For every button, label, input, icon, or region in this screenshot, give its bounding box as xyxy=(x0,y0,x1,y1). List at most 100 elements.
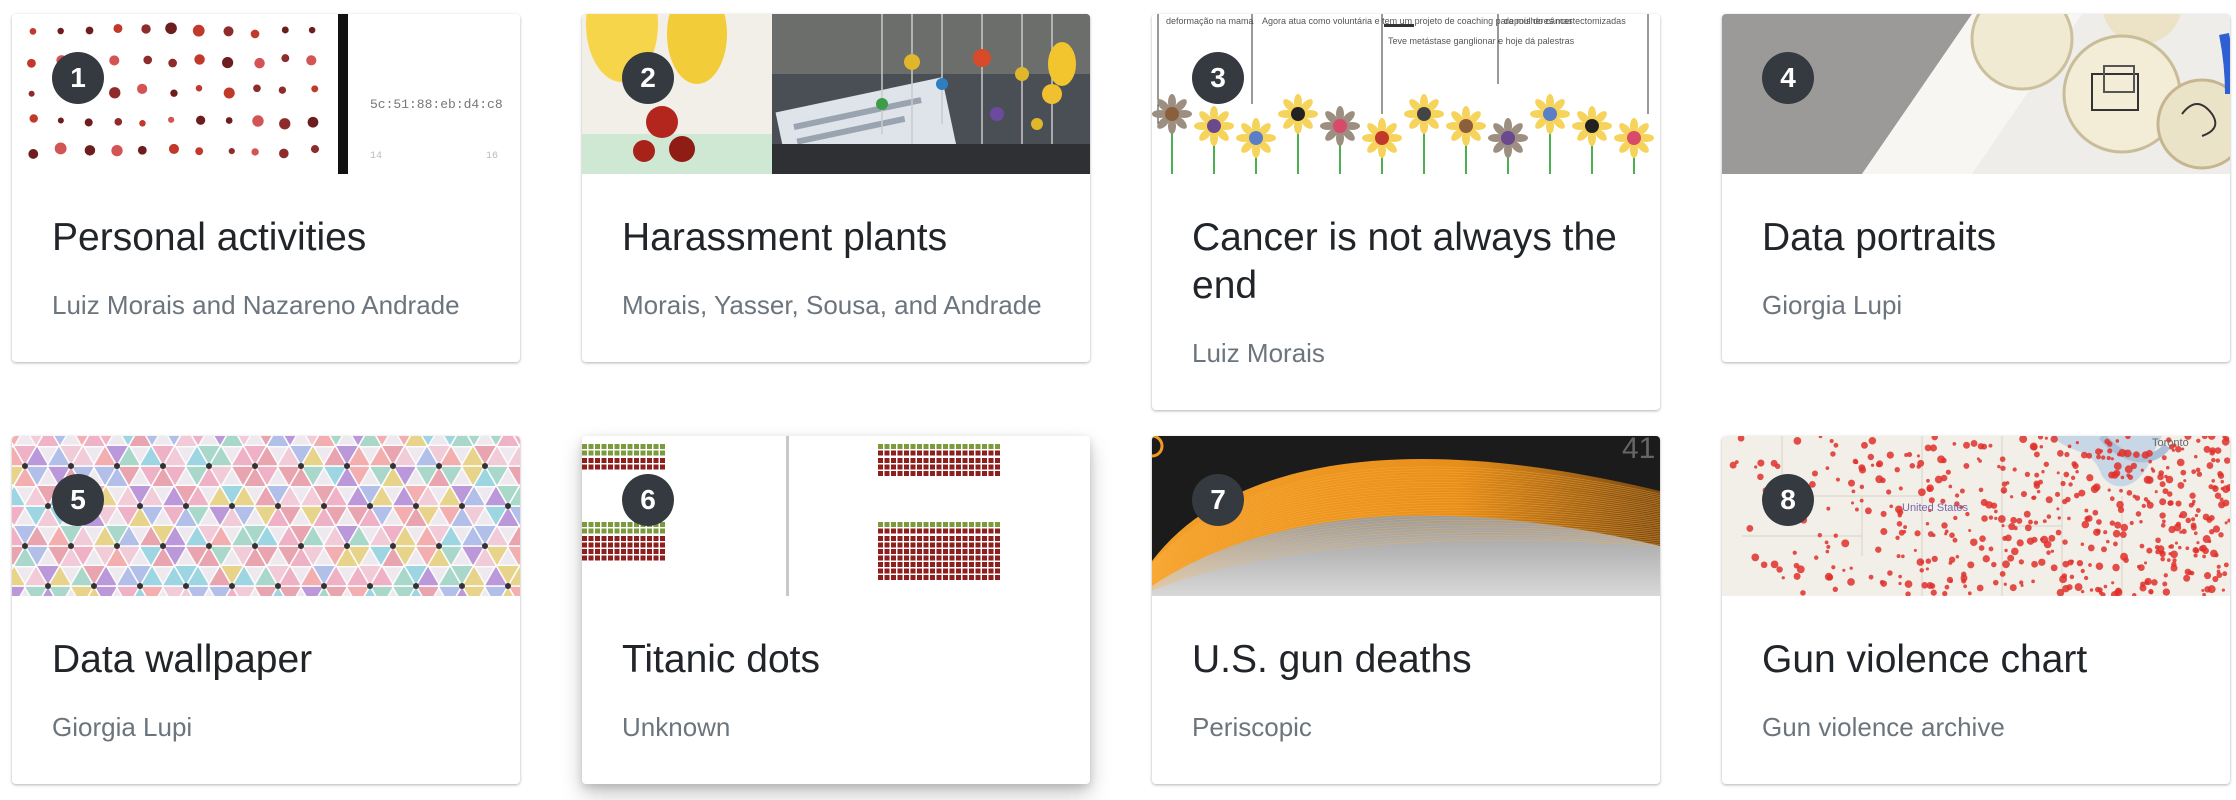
thumb-mark xyxy=(1861,441,1868,449)
thumb-mark xyxy=(943,522,948,527)
thumb-mark xyxy=(582,458,587,463)
thumb-mark xyxy=(2146,501,2154,509)
thumb-mark xyxy=(988,555,994,561)
thumb-mark xyxy=(936,450,942,456)
thumb-mark xyxy=(988,542,994,548)
card-title[interactable]: Personal activities xyxy=(52,214,480,262)
card-title[interactable]: Data wallpaper xyxy=(52,636,480,684)
thumb-mark xyxy=(897,536,903,541)
thumb-mark xyxy=(1886,451,1894,459)
card-title[interactable]: Data portraits xyxy=(1762,214,2190,262)
thumb-mark xyxy=(982,444,987,449)
thumb-mark xyxy=(2114,521,2122,529)
card-title[interactable]: Gun violence chart xyxy=(1762,636,2190,684)
thumb-mark xyxy=(1849,566,1853,570)
gallery-card-4[interactable]: 4 Data portraits Giorgia Lupi xyxy=(1722,14,2230,362)
thumb-mark xyxy=(1729,461,1737,469)
gallery-card-2[interactable]: 2 Harassment plants Morais, Yasser, Sous… xyxy=(582,14,1090,362)
thumb-mark xyxy=(923,528,929,534)
thumb-mark xyxy=(2066,584,2073,591)
card-title[interactable]: Cancer is not always the end xyxy=(1192,214,1620,310)
thumb-mark xyxy=(962,464,968,470)
thumb-mark xyxy=(917,444,922,449)
thumb-mark xyxy=(634,444,639,449)
thumb-mark xyxy=(1811,470,1818,477)
thumb-mark xyxy=(1963,462,1970,469)
thumb-mark xyxy=(459,583,465,589)
thumb-mark xyxy=(936,575,942,580)
card-title[interactable]: Harassment plants xyxy=(622,214,1050,262)
thumb-mark xyxy=(2168,552,2172,556)
thumb-mark xyxy=(183,503,189,509)
thumb-mark xyxy=(582,444,587,449)
thumb-mark xyxy=(57,27,64,35)
thumb-mark xyxy=(1859,498,1864,503)
thumb-mark xyxy=(228,147,235,155)
thumb-mark xyxy=(165,22,177,35)
thumb-mark xyxy=(1896,554,1901,559)
thumb-mark xyxy=(22,543,28,549)
thumb-mark xyxy=(1944,529,1949,534)
thumb-mark xyxy=(139,120,146,127)
gallery-card-8[interactable]: Toronto United States 8 Gun violence cha… xyxy=(1722,436,2230,784)
thumb-mark xyxy=(206,463,212,469)
thumb-mark xyxy=(2000,465,2006,471)
thumb-mark xyxy=(2009,495,2014,499)
thumb-mark xyxy=(2050,564,2058,572)
thumb-mark xyxy=(962,549,968,554)
thumb-mark xyxy=(982,575,987,580)
card-title[interactable]: U.S. gun deaths xyxy=(1192,636,1620,684)
thumb-mark xyxy=(1913,548,1917,552)
card-title[interactable]: Titanic dots xyxy=(622,636,1050,684)
thumb-mark xyxy=(982,562,987,567)
thumb-mark xyxy=(634,549,639,554)
thumb-mark xyxy=(2181,528,2187,535)
thumb-mark xyxy=(2216,564,2221,569)
thumb-mark xyxy=(2190,522,2197,529)
thumb-mark xyxy=(988,464,994,470)
thumb-mark xyxy=(949,549,955,554)
thumb-mark xyxy=(2198,545,2205,552)
thumb-mark xyxy=(2218,532,2224,538)
thumb-mark xyxy=(2193,454,2198,459)
thumb-mark xyxy=(588,464,594,470)
thumb-mark xyxy=(897,464,903,470)
thumb-mark xyxy=(891,568,896,574)
gallery-card-3[interactable]: deformação na mama Agora atua como volun… xyxy=(1152,14,1660,410)
card-number-badge: 7 xyxy=(1192,474,1244,526)
thumb-mark xyxy=(2129,520,2134,526)
thumb-mark xyxy=(1940,474,1948,482)
gallery-card-6[interactable]: 6 Titanic dots Unknown xyxy=(582,436,1090,784)
thumb-mark xyxy=(1870,463,1875,467)
thumb-mark xyxy=(608,542,613,548)
thumb-mark xyxy=(2204,572,2212,580)
thumb-mark xyxy=(878,522,883,527)
thumb-mark xyxy=(2144,577,2152,586)
thumb-mark xyxy=(884,562,890,567)
thumb-mark xyxy=(897,444,903,449)
thumb-mark xyxy=(2160,556,2165,562)
thumb-mark xyxy=(278,86,287,94)
thumb-mark xyxy=(1898,581,1902,586)
thumb-mark xyxy=(988,549,994,554)
thumb-mark xyxy=(2143,561,2148,565)
thumb-mark xyxy=(413,583,419,589)
thumb-mark xyxy=(2113,541,2118,547)
gallery-card-5[interactable]: 5 Data wallpaper Giorgia Lupi xyxy=(12,436,520,784)
thumb-mark xyxy=(1800,590,1806,596)
thumb-mark xyxy=(897,575,903,580)
thumb-mark xyxy=(897,450,903,456)
thumb-mark xyxy=(1880,527,1888,536)
thumb-mark xyxy=(2133,451,2140,458)
thumb-mark xyxy=(988,471,994,476)
thumb-mark xyxy=(621,458,626,463)
thumb-mark xyxy=(1991,561,1997,568)
thumb-mark xyxy=(634,458,639,463)
thumb-mark xyxy=(2056,471,2060,475)
gallery-card-7[interactable]: 41 7 U.S. gun deaths Periscopic xyxy=(1152,436,1660,784)
gallery-card-1[interactable]: 5c:51:88:eb:d4:c8 14 16 1 Personal activ… xyxy=(12,14,520,362)
thumb-mark xyxy=(582,528,587,534)
thumb-mark xyxy=(2211,457,2216,463)
thumb-mark xyxy=(1925,567,1930,571)
thumb-mark xyxy=(2087,544,2095,552)
